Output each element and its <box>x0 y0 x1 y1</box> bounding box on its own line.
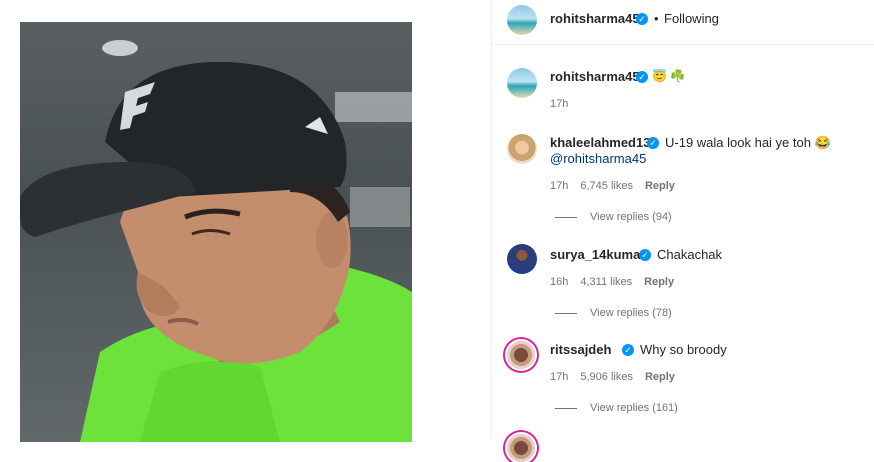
post-photo[interactable] <box>20 22 412 442</box>
comment-timestamp[interactable]: 16h <box>550 276 568 288</box>
comment-meta: 17h 6,745 likes Reply <box>550 180 687 192</box>
caption-avatar[interactable] <box>507 68 537 98</box>
view-replies-button[interactable]: View replies (78) <box>590 307 672 319</box>
halo-emoji: 😇 <box>652 69 667 83</box>
view-replies-line <box>555 217 577 218</box>
verified-badge-icon: ✓ <box>636 71 648 83</box>
verified-badge-icon: ✓ <box>636 13 648 25</box>
verified-badge-icon: ✓ <box>647 137 659 149</box>
verified-badge-icon: ✓ <box>622 344 634 356</box>
comment-meta: 17h 5,906 likes Reply <box>550 371 687 383</box>
shamrock-emoji: ☘️ <box>670 69 685 83</box>
caption-timestamp[interactable]: 17h <box>550 98 568 110</box>
post-header: rohitsharma45 ✓ • Following <box>492 0 874 45</box>
author-avatar[interactable] <box>507 5 537 35</box>
comment-timestamp[interactable]: 17h <box>550 371 568 383</box>
reply-button[interactable]: Reply <box>645 371 675 383</box>
comment-text: Chakachak <box>657 247 723 262</box>
separator-dot: • <box>654 11 659 26</box>
comment-likes[interactable]: 6,745 likes <box>580 180 633 192</box>
comment-meta: 16h 4,311 likes Reply <box>550 276 686 288</box>
comment-mention[interactable]: @rohitsharma45 <box>550 151 646 166</box>
comment-avatar[interactable] <box>507 134 537 164</box>
view-replies-line <box>555 313 577 314</box>
view-replies-button[interactable]: View replies (94) <box>590 211 672 223</box>
view-replies-button[interactable]: View replies (161) <box>590 402 678 414</box>
comment-username[interactable]: surya_14kumar <box>550 247 645 262</box>
comment-avatar[interactable] <box>507 244 537 274</box>
reply-button[interactable]: Reply <box>645 180 675 192</box>
post-media-pane <box>0 0 491 442</box>
verified-badge-icon: ✓ <box>639 249 651 261</box>
comment-avatar-partial[interactable] <box>507 434 535 462</box>
comment-username[interactable]: khaleelahmed13 <box>550 135 650 150</box>
comment-username[interactable]: ritssajdeh <box>550 342 611 357</box>
comment-likes[interactable]: 5,906 likes <box>580 371 633 383</box>
following-button[interactable]: Following <box>664 11 719 26</box>
comments-panel: rohitsharma45 ✓ • Following rohitsharma4… <box>492 0 874 462</box>
comment-likes[interactable]: 4,311 likes <box>580 276 632 288</box>
comment-text: U-19 wala look hai ye toh 😂 <box>665 135 831 150</box>
view-replies-line <box>555 408 577 409</box>
caption-username[interactable]: rohitsharma45 <box>550 69 640 84</box>
portrait-image <box>20 40 412 442</box>
author-username[interactable]: rohitsharma45 <box>550 11 640 26</box>
comment-avatar[interactable] <box>507 341 535 369</box>
comment-text: Why so broody <box>640 342 727 357</box>
reply-button[interactable]: Reply <box>644 276 674 288</box>
comment-timestamp[interactable]: 17h <box>550 180 568 192</box>
